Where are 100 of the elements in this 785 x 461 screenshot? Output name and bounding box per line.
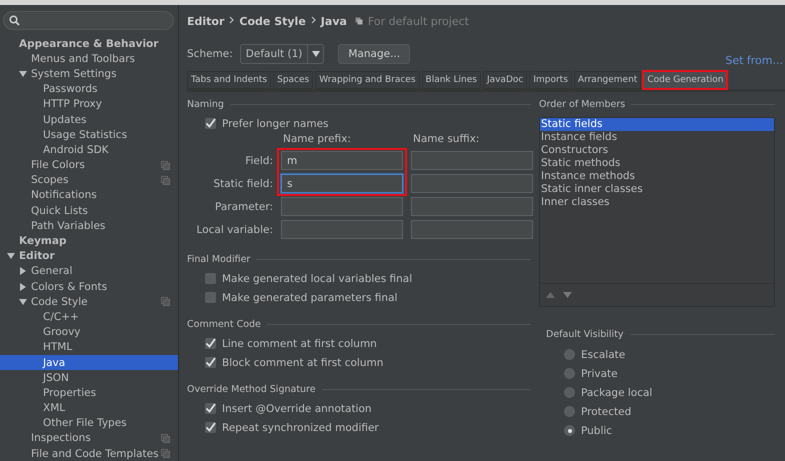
move-down-icon[interactable] bbox=[563, 292, 572, 298]
radio-button[interactable] bbox=[564, 425, 575, 436]
radio-label: Package local bbox=[581, 386, 652, 398]
tree-item-label: Path Variables bbox=[31, 220, 106, 232]
list-item[interactable]: Instance methods bbox=[540, 170, 774, 183]
suffix-field[interactable] bbox=[411, 220, 533, 239]
tree-item[interactable]: File Colors bbox=[0, 158, 178, 173]
tab[interactable]: Arrangement bbox=[574, 71, 642, 89]
tree-item[interactable]: Colors & Fonts bbox=[0, 279, 178, 294]
list-item[interactable]: Instance fields bbox=[540, 131, 774, 144]
tree-item[interactable]: Scopes bbox=[0, 172, 178, 188]
scope-note: For default project bbox=[368, 14, 469, 28]
radio-label: Protected bbox=[581, 406, 632, 418]
section-title: Final Modifier bbox=[187, 254, 250, 264]
checkbox[interactable] bbox=[205, 273, 216, 284]
tree-item[interactable]: File and Code Templates bbox=[0, 446, 178, 461]
checkbox[interactable] bbox=[205, 118, 216, 129]
checkbox[interactable] bbox=[205, 403, 216, 414]
tree-item-label: Properties bbox=[43, 386, 96, 399]
tree-item-label: Groovy bbox=[43, 326, 80, 338]
expanded-arrow-icon[interactable] bbox=[7, 252, 15, 260]
tree-item-label: Appearance & Behavior bbox=[19, 38, 158, 50]
field-label: Parameter: bbox=[214, 200, 273, 212]
tree-item[interactable]: Updates bbox=[0, 112, 178, 128]
tree-item[interactable]: HTML bbox=[0, 340, 178, 355]
list-item[interactable]: Constructors bbox=[540, 144, 774, 157]
tree-item[interactable]: Notifications bbox=[0, 188, 178, 204]
tree-item[interactable]: Menus and Toolbars bbox=[0, 51, 178, 66]
tab[interactable]: Code Generation bbox=[643, 71, 728, 89]
search-field[interactable] bbox=[3, 11, 174, 30]
tree-item-label: HTTP Proxy bbox=[43, 98, 102, 110]
move-up-icon[interactable] bbox=[546, 292, 555, 298]
tree-item-label: Keymap bbox=[19, 235, 66, 248]
expanded-arrow-icon[interactable] bbox=[19, 298, 27, 306]
collapsed-arrow-icon[interactable] bbox=[19, 267, 27, 276]
tree-item[interactable]: Keymap bbox=[0, 233, 178, 249]
tab[interactable]: JavaDoc bbox=[482, 71, 528, 89]
tree-item-label: Passwords bbox=[43, 83, 98, 96]
radio-label: Private bbox=[581, 368, 618, 380]
collapsed-arrow-icon[interactable] bbox=[19, 282, 27, 291]
tree-item[interactable]: Usage Statistics bbox=[0, 127, 178, 142]
checkbox[interactable] bbox=[205, 292, 216, 303]
tree-item[interactable]: System Settings bbox=[0, 66, 178, 82]
checkbox-label: Line comment at first column bbox=[222, 338, 377, 350]
column-header: Name suffix: bbox=[412, 133, 480, 147]
radio-button[interactable] bbox=[564, 368, 575, 379]
prefix-field[interactable]: m bbox=[281, 151, 403, 170]
field-label: Local variable: bbox=[196, 224, 273, 236]
tab[interactable]: Wrapping and Braces bbox=[315, 71, 420, 89]
prefix-field[interactable] bbox=[281, 197, 403, 216]
column-header: Name prefix: bbox=[282, 133, 352, 147]
breadcrumb-item: Editor bbox=[187, 14, 224, 28]
list-item[interactable]: Static fields bbox=[540, 118, 774, 131]
tree-item[interactable]: Other File Types bbox=[0, 416, 178, 431]
radio-button[interactable] bbox=[564, 349, 575, 360]
tree-item[interactable]: Properties bbox=[0, 385, 178, 400]
expanded-arrow-icon[interactable] bbox=[19, 70, 27, 78]
tree-item[interactable]: Quick Lists bbox=[0, 203, 178, 218]
scheme-dropdown[interactable]: Default (1) bbox=[240, 44, 324, 64]
radio-button[interactable] bbox=[564, 406, 575, 417]
tab[interactable]: Spaces bbox=[273, 71, 314, 89]
tree-item[interactable]: General bbox=[0, 264, 178, 279]
prefix-field[interactable] bbox=[281, 220, 403, 239]
tree-item-label: Code Style bbox=[31, 296, 88, 308]
list-item[interactable]: Static methods bbox=[540, 157, 774, 170]
tree-item[interactable]: HTTP Proxy bbox=[0, 96, 178, 112]
tree-item[interactable]: Code Style bbox=[0, 294, 178, 310]
tree-item[interactable]: Editor bbox=[0, 248, 178, 264]
tree-item[interactable]: Path Variables bbox=[0, 218, 178, 234]
prefix-field[interactable]: s bbox=[281, 174, 403, 193]
checkbox[interactable] bbox=[205, 422, 216, 433]
tree-item[interactable]: Passwords bbox=[0, 82, 178, 97]
tree-item[interactable]: C/C++ bbox=[0, 309, 178, 325]
set-from-link[interactable]: Set from... bbox=[725, 54, 783, 67]
manage-button[interactable]: Manage... bbox=[338, 44, 410, 64]
suffix-field[interactable] bbox=[411, 151, 533, 170]
tree-item[interactable]: Appearance & Behavior bbox=[0, 36, 178, 52]
suffix-field[interactable] bbox=[411, 174, 533, 193]
tab[interactable]: Blank Lines bbox=[422, 71, 481, 89]
tree-item[interactable]: Android SDK bbox=[0, 142, 178, 158]
tree-item-label: Menus and Toolbars bbox=[31, 52, 136, 65]
list-item[interactable]: Inner classes bbox=[540, 196, 774, 209]
checkbox-label: Insert @Override annotation bbox=[222, 402, 372, 414]
checkbox[interactable] bbox=[205, 338, 216, 349]
tree-item[interactable]: JSON bbox=[0, 370, 178, 386]
checkbox-label: Repeat synchronized modifier bbox=[222, 422, 379, 434]
radio-button[interactable] bbox=[564, 387, 575, 398]
search-icon bbox=[9, 15, 20, 26]
dropdown-arrow-icon bbox=[312, 51, 320, 57]
tree-item[interactable]: Groovy bbox=[0, 324, 178, 340]
tree-item[interactable]: Inspections bbox=[0, 430, 178, 446]
list-item[interactable]: Static inner classes bbox=[540, 183, 774, 196]
tab[interactable]: Tabs and Indents bbox=[187, 71, 272, 89]
checkbox[interactable] bbox=[205, 357, 216, 368]
tree-item[interactable]: Java bbox=[0, 354, 178, 370]
suffix-field[interactable] bbox=[411, 197, 533, 216]
tree-item[interactable]: XML bbox=[0, 400, 178, 416]
tab[interactable]: Imports bbox=[529, 71, 572, 89]
copy-icon bbox=[354, 17, 363, 25]
scheme-label: Scheme: bbox=[187, 48, 233, 60]
